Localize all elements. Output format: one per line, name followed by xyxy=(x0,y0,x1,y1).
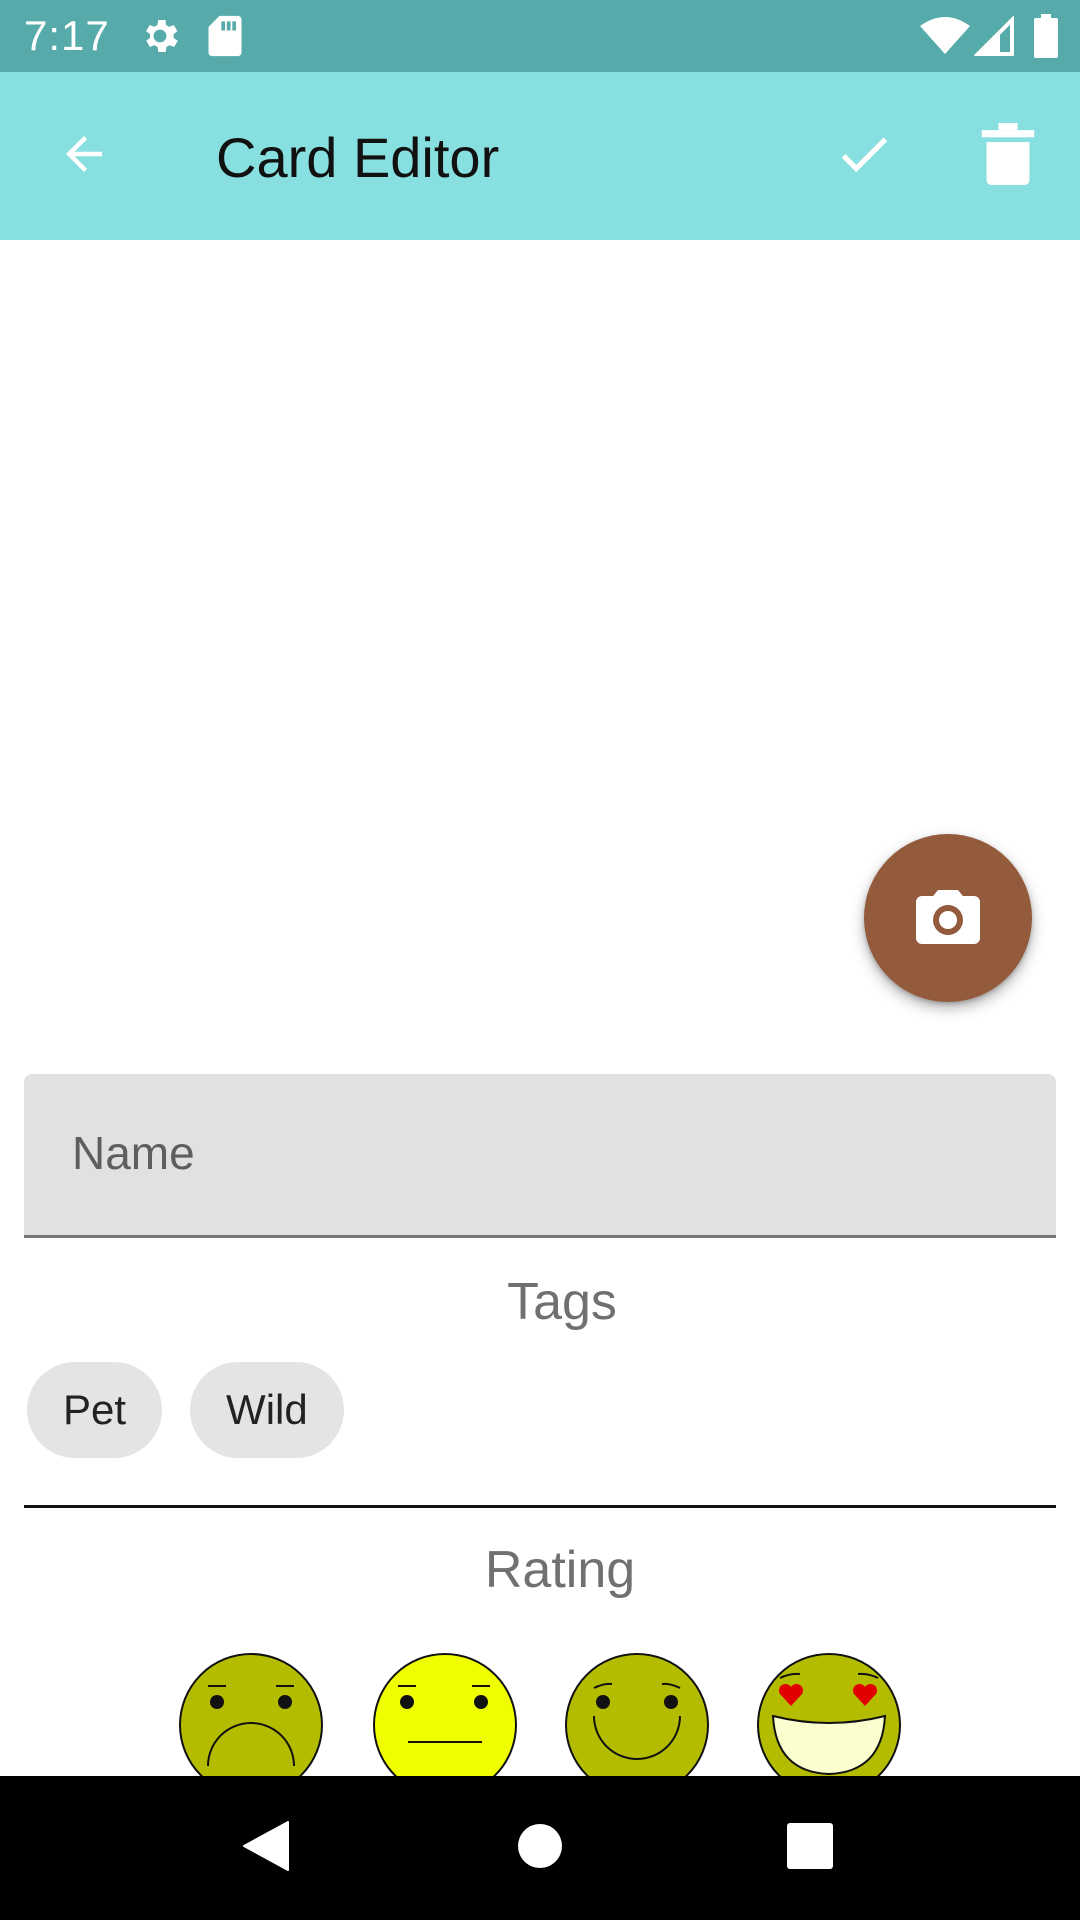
status-bar: 7:17 xyxy=(0,0,1080,72)
name-field[interactable] xyxy=(24,1074,1056,1238)
cell-signal-icon xyxy=(973,15,1014,61)
back-triangle-icon xyxy=(242,1820,290,1877)
recents-square-icon xyxy=(786,1822,834,1875)
save-button[interactable] xyxy=(816,108,912,204)
page-title: Card Editor xyxy=(216,126,500,189)
tag-chip-wild[interactable]: Wild xyxy=(190,1362,344,1458)
camera-icon xyxy=(916,888,980,949)
navigation-bar xyxy=(0,1776,1080,1920)
gear-icon xyxy=(138,14,182,63)
nav-home-button[interactable] xyxy=(492,1800,588,1896)
status-time: 7:17 xyxy=(24,12,110,59)
wifi-icon xyxy=(920,16,970,61)
camera-button[interactable] xyxy=(864,834,1032,1002)
battery-icon xyxy=(1034,14,1058,63)
sd-card-icon xyxy=(206,14,244,63)
arrow-left-icon xyxy=(57,127,111,186)
rating-heading: Rating xyxy=(484,1541,636,1599)
nav-recents-button[interactable] xyxy=(762,1800,858,1896)
home-circle-icon xyxy=(516,1822,564,1875)
check-icon xyxy=(833,123,895,190)
back-button[interactable] xyxy=(36,108,132,204)
tags-heading: Tags xyxy=(507,1273,617,1331)
trash-icon xyxy=(981,122,1035,190)
nav-back-button[interactable] xyxy=(218,1800,314,1896)
card-editor-screen: 7:17 Card Editor Name Tags Pet Wild Rati… xyxy=(0,0,1080,1920)
delete-button[interactable] xyxy=(960,108,1056,204)
tag-chip-group: Pet Wild xyxy=(27,1362,344,1458)
tag-chip-pet[interactable]: Pet xyxy=(27,1362,163,1458)
name-input[interactable] xyxy=(72,1118,1012,1188)
section-divider xyxy=(24,1505,1056,1508)
app-bar: Card Editor xyxy=(0,72,1080,240)
